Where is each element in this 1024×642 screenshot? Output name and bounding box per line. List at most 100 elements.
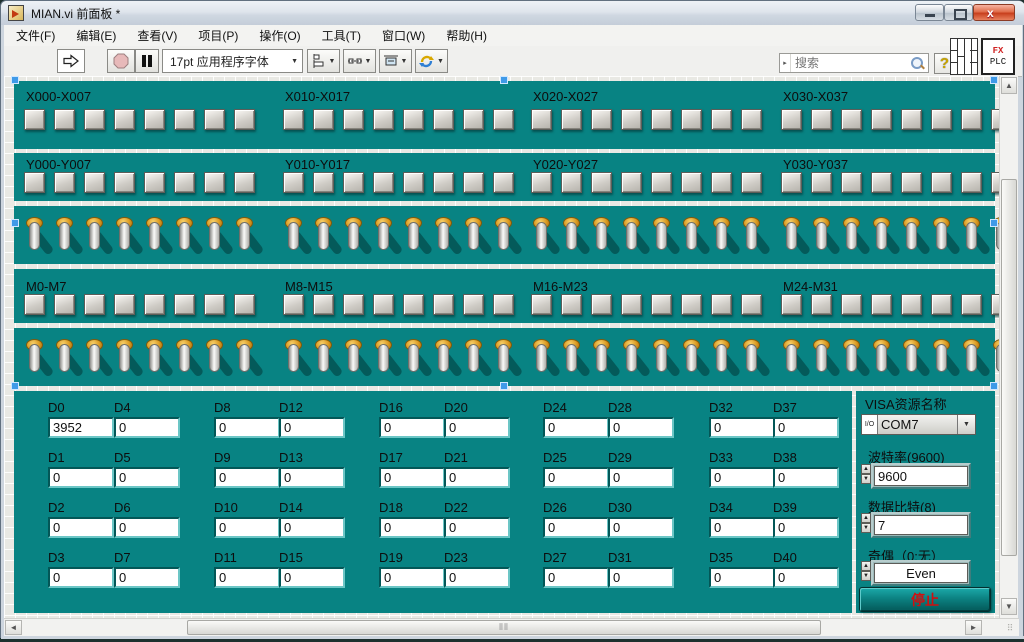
d-register-input[interactable]: [114, 467, 180, 488]
maximize-button[interactable]: [944, 4, 973, 21]
toggle-switch[interactable]: [204, 338, 226, 384]
toggle-lever[interactable]: [846, 344, 857, 372]
d-register-input[interactable]: [214, 517, 280, 538]
parity-spinner[interactable]: ▲▼: [861, 561, 871, 581]
decrement-icon[interactable]: ▼: [861, 474, 871, 484]
increment-icon[interactable]: ▲: [861, 464, 871, 474]
increment-icon[interactable]: ▲: [861, 561, 871, 571]
toggle-switch[interactable]: [24, 338, 46, 384]
toggle-switch[interactable]: [651, 338, 673, 384]
toggle-lever[interactable]: [566, 344, 577, 372]
increment-icon[interactable]: ▲: [861, 513, 871, 523]
d-register-input[interactable]: [608, 567, 674, 588]
toggle-switch[interactable]: [373, 338, 395, 384]
d-register-input[interactable]: [543, 467, 609, 488]
toggle-lever[interactable]: [876, 222, 887, 250]
toggle-switch[interactable]: [234, 338, 256, 384]
menu-item-edit[interactable]: 编辑(E): [67, 25, 125, 46]
databits-spinner[interactable]: ▲▼: [861, 513, 871, 533]
d-register-input[interactable]: [709, 567, 775, 588]
toggle-switch[interactable]: [373, 216, 395, 262]
selection-handle[interactable]: [11, 219, 19, 227]
toggle-switch[interactable]: [991, 338, 999, 384]
d-register-input[interactable]: [279, 517, 345, 538]
vertical-scroll-thumb[interactable]: [1001, 179, 1017, 556]
reorder-button[interactable]: ▼: [415, 49, 448, 73]
toggle-switch[interactable]: [741, 216, 763, 262]
toggle-lever[interactable]: [149, 344, 160, 372]
menu-item-file[interactable]: 文件(F): [7, 25, 64, 46]
d-register-input[interactable]: [379, 517, 445, 538]
abort-button[interactable]: [107, 49, 135, 73]
menu-item-window[interactable]: 窗口(W): [373, 25, 434, 46]
toggle-switch[interactable]: [871, 216, 893, 262]
menu-item-help[interactable]: 帮助(H): [437, 25, 496, 46]
toggle-lever[interactable]: [746, 222, 757, 250]
toggle-lever[interactable]: [746, 344, 757, 372]
toggle-lever[interactable]: [716, 344, 727, 372]
d-register-input[interactable]: [379, 417, 445, 438]
parity-input[interactable]: [874, 563, 968, 583]
toggle-switch[interactable]: [961, 216, 983, 262]
toggle-lever[interactable]: [149, 222, 160, 250]
toggle-switch[interactable]: [711, 216, 733, 262]
toggle-switch[interactable]: [84, 216, 106, 262]
toggle-switch[interactable]: [343, 338, 365, 384]
toggle-lever[interactable]: [209, 344, 220, 372]
search-grip-icon[interactable]: ▸: [780, 54, 791, 72]
selection-handle[interactable]: [990, 382, 998, 390]
toggle-lever[interactable]: [498, 344, 509, 372]
d-register-input[interactable]: [773, 567, 839, 588]
toggle-lever[interactable]: [119, 222, 130, 250]
toggle-switch[interactable]: [591, 338, 613, 384]
toggle-lever[interactable]: [288, 222, 299, 250]
d-register-input[interactable]: [114, 567, 180, 588]
connector-pane-icon[interactable]: [950, 38, 978, 75]
toggle-switch[interactable]: [871, 338, 893, 384]
toggle-lever[interactable]: [288, 344, 299, 372]
baud-input[interactable]: [874, 466, 968, 486]
toggle-lever[interactable]: [468, 344, 479, 372]
toggle-switch[interactable]: [961, 338, 983, 384]
d-register-input[interactable]: [608, 417, 674, 438]
toggle-switch[interactable]: [493, 338, 515, 384]
d-register-input[interactable]: [608, 517, 674, 538]
toggle-switch[interactable]: [144, 216, 166, 262]
toggle-lever[interactable]: [846, 222, 857, 250]
toggle-switch[interactable]: [283, 216, 305, 262]
d-register-input[interactable]: [709, 417, 775, 438]
toggle-switch[interactable]: [433, 216, 455, 262]
d-register-input[interactable]: [48, 567, 114, 588]
toggle-switch[interactable]: [781, 338, 803, 384]
scroll-left-button[interactable]: ◄: [5, 620, 22, 635]
selection-handle[interactable]: [11, 76, 19, 84]
toggle-switch[interactable]: [811, 216, 833, 262]
toggle-switch[interactable]: [144, 338, 166, 384]
visa-resource-combo[interactable]: I/O COM7 ▼: [861, 414, 976, 435]
toggle-lever[interactable]: [408, 222, 419, 250]
toggle-lever[interactable]: [29, 222, 40, 250]
d-register-input[interactable]: [608, 467, 674, 488]
d-register-input[interactable]: [48, 467, 114, 488]
vertical-scrollbar[interactable]: ▲ ▼: [999, 76, 1018, 618]
d-register-input[interactable]: [543, 567, 609, 588]
toggle-switch[interactable]: [651, 216, 673, 262]
toggle-lever[interactable]: [786, 344, 797, 372]
menu-item-tools[interactable]: 工具(T): [313, 25, 370, 46]
d-register-input[interactable]: [444, 567, 510, 588]
toggle-switch[interactable]: [463, 216, 485, 262]
d-register-input[interactable]: [444, 417, 510, 438]
run-button[interactable]: [57, 49, 85, 73]
toggle-switch[interactable]: [204, 216, 226, 262]
toggle-lever[interactable]: [239, 344, 250, 372]
toggle-lever[interactable]: [716, 222, 727, 250]
horizontal-scroll-thumb[interactable]: ⦀⦀: [187, 620, 821, 635]
toggle-switch[interactable]: [711, 338, 733, 384]
databits-input[interactable]: [874, 515, 968, 535]
d-register-input[interactable]: [279, 567, 345, 588]
d-register-input[interactable]: [214, 567, 280, 588]
toggle-switch[interactable]: [681, 216, 703, 262]
d-register-input[interactable]: [709, 467, 775, 488]
menu-item-view[interactable]: 查看(V): [128, 25, 186, 46]
d-register-input[interactable]: [114, 417, 180, 438]
